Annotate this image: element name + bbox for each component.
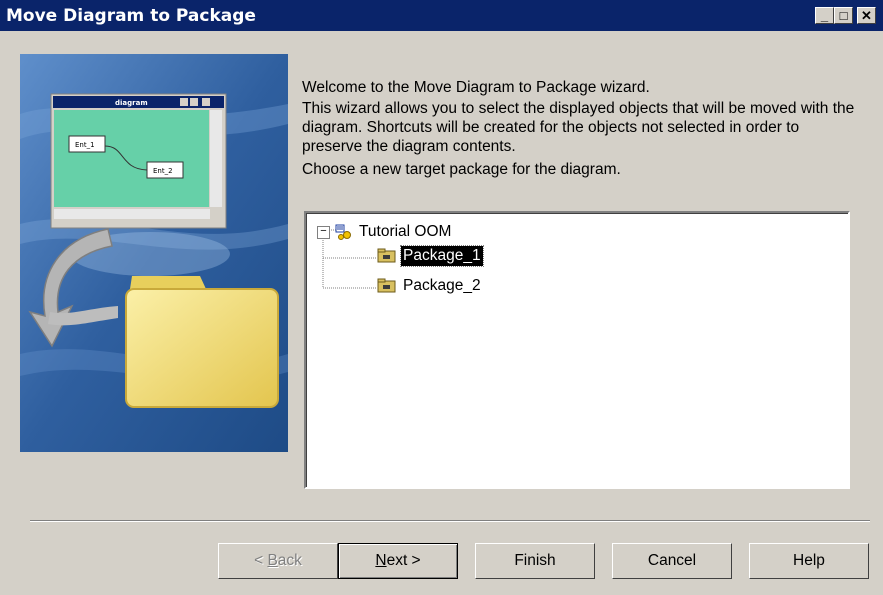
finish-button-label: Finish [514, 552, 556, 569]
minimize-icon: _ [820, 8, 829, 23]
package-folder-icon [377, 248, 397, 264]
welcome-text: Welcome to the Move Diagram to Package w… [302, 79, 650, 96]
tree-node-package-1[interactable]: Package_1 [377, 245, 484, 267]
collapse-expander-icon[interactable]: − [317, 225, 330, 239]
minimize-button[interactable]: _ [815, 7, 834, 24]
close-button[interactable]: ✕ [857, 7, 876, 24]
wizard-description: Welcome to the Move Diagram to Package w… [302, 78, 862, 179]
mini-entity-2: Ent_2 [153, 167, 173, 175]
mini-window-title: diagram [115, 99, 148, 107]
tree-root-label: Tutorial OOM [359, 223, 452, 240]
close-icon: ✕ [861, 8, 872, 23]
next-button[interactable]: Next > [338, 543, 458, 579]
tree-item-package-1-label: Package_1 [400, 245, 484, 267]
finish-button[interactable]: Finish [475, 543, 595, 579]
maximize-button[interactable]: □ [834, 7, 853, 24]
wizard-illustration: diagram Ent_1 Ent_2 [20, 54, 288, 452]
wizard-explanation: This wizard allows you to select the dis… [302, 100, 855, 155]
back-button[interactable]: < Back [218, 543, 338, 579]
button-separator [30, 520, 870, 522]
mini-entity-1: Ent_1 [75, 141, 95, 149]
back-button-label: < Back [254, 552, 302, 569]
tree-item-package-2-label: Package_2 [403, 277, 481, 294]
help-button[interactable]: Help [749, 543, 869, 579]
choose-target-text: Choose a new target package for the diag… [302, 161, 621, 178]
tree-node-package-2[interactable]: Package_2 [377, 276, 483, 296]
title-bar: Move Diagram to Package _ □ ✕ [0, 0, 883, 31]
wizard-illustration-graphic: diagram Ent_1 Ent_2 [20, 54, 288, 452]
package-folder-icon [377, 278, 397, 294]
tree-node-root[interactable]: − Tutorial OOM [317, 222, 453, 242]
folder-icon [125, 276, 279, 408]
cancel-button[interactable]: Cancel [612, 543, 732, 579]
maximize-icon: □ [839, 8, 848, 23]
next-button-label: Next > [375, 552, 421, 569]
window-title: Move Diagram to Package [6, 6, 256, 26]
model-icon [334, 223, 352, 241]
cancel-button-label: Cancel [647, 552, 697, 569]
help-button-label: Help [793, 552, 825, 569]
package-tree[interactable]: − Tutorial OOM Package_1 Package_2 [304, 211, 850, 489]
mini-diagram-window: diagram Ent_1 Ent_2 [50, 93, 227, 229]
